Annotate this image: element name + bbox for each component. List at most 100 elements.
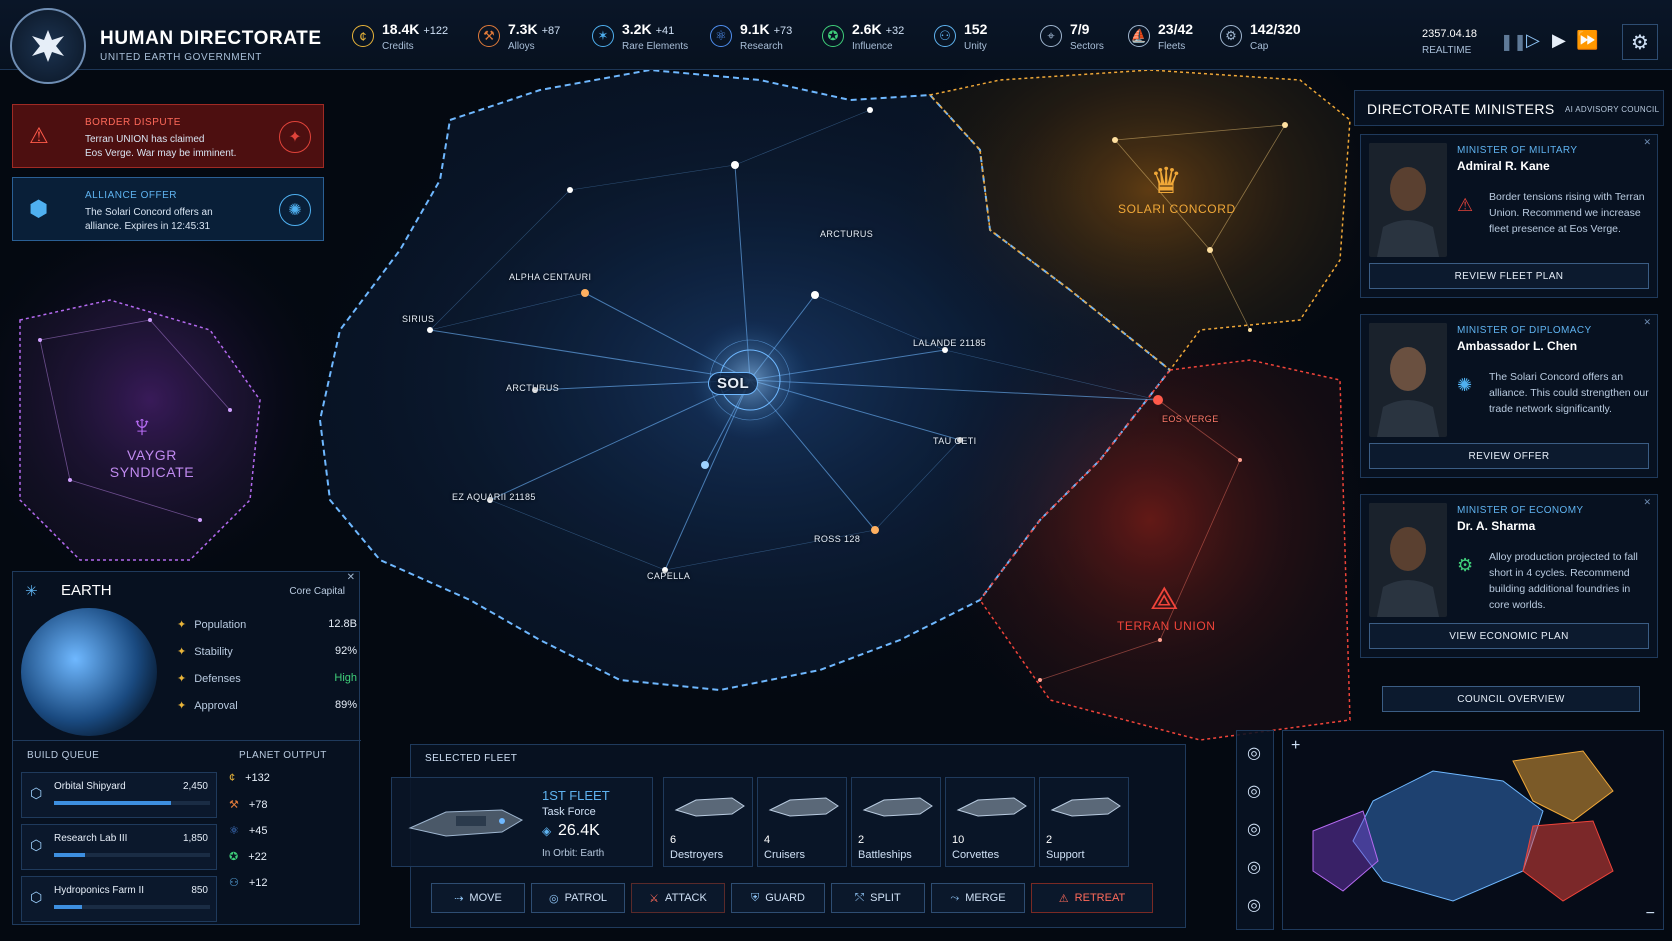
population-icon: ✦ <box>177 619 187 631</box>
resource-influence[interactable]: ✪ 2.6K +32 Influence <box>822 14 904 58</box>
rare-elements-icon: ✶ <box>592 25 614 47</box>
ship-type: Battleships <box>858 849 912 861</box>
system-label[interactable]: ARCTURUS <box>820 229 873 239</box>
planet-earth-image[interactable] <box>21 608 157 736</box>
resource-alloys[interactable]: ⚒ 7.3K +87 Alloys <box>478 14 560 58</box>
resource-rare-elements[interactable]: ✶ 3.2K +41 Rare Elements <box>592 14 688 58</box>
ship-type: Support <box>1046 849 1085 861</box>
ship-type: Destroyers <box>670 849 724 861</box>
minimap[interactable]: + − <box>1282 730 1664 930</box>
terran-union-emblem-icon: ✦ <box>279 121 311 153</box>
system-label-eos-verge[interactable]: EOS VERGE <box>1162 414 1219 424</box>
faction-label-vaygr[interactable]: VAYGR SYNDICATE <box>107 447 197 481</box>
resource-cap[interactable]: ⚙ 142/320 Cap <box>1220 14 1301 58</box>
output-value: +78 <box>248 799 268 811</box>
ship-card-battleships[interactable]: 2 Battleships <box>851 777 941 867</box>
resource-value: 7/9 <box>1070 20 1090 37</box>
resource-label: Credits <box>382 40 414 52</box>
fleet-action-attack-button[interactable]: ⚔ ATTACK <box>631 883 725 913</box>
build-queue-item[interactable]: ⬡ Research Lab III 1,850 <box>21 824 217 870</box>
resource-value: 7.3K <box>508 20 538 37</box>
system-label[interactable]: LALANDE 21185 <box>913 338 986 348</box>
minister-action-button[interactable]: REVIEW OFFER <box>1369 443 1649 469</box>
minister-advice: Alloy production projected to fall short… <box>1489 551 1638 611</box>
play-slow-button[interactable]: ▷ <box>1526 30 1540 51</box>
minister-action-button[interactable]: REVIEW FLEET PLAN <box>1369 263 1649 289</box>
faction-emblem-icon[interactable] <box>10 8 86 84</box>
output-value: +22 <box>248 851 267 863</box>
fleet-power-icon: ◈ <box>542 824 552 838</box>
ship-type: Cruisers <box>764 849 805 861</box>
planet-output-row: ✪ +22 <box>229 850 267 863</box>
resource-sectors[interactable]: ⌖ 7/9 Sectors <box>1040 14 1104 58</box>
system-label[interactable]: ALPHA CENTAURI <box>509 272 591 282</box>
resource-credits[interactable]: ¢ 18.4K +122 Credits <box>352 14 448 58</box>
system-label[interactable]: TAU CETI <box>933 436 977 446</box>
fleet-action-split-button[interactable]: ⤲ SPLIT <box>831 883 925 913</box>
minister-portrait[interactable] <box>1369 143 1447 257</box>
resource-research[interactable]: ⚛ 9.1K +73 Research <box>710 14 792 58</box>
fast-forward-button[interactable]: ⏩ <box>1576 30 1598 51</box>
map-mode-icon[interactable]: ◎ <box>1247 895 1261 915</box>
zoom-in-icon[interactable]: + <box>1291 737 1300 755</box>
minister-portrait[interactable] <box>1369 323 1447 437</box>
council-overview-button[interactable]: COUNCIL OVERVIEW <box>1382 686 1640 712</box>
fleet-location: In Orbit: Earth <box>542 848 605 859</box>
patrol-icon: ◎ <box>549 892 559 905</box>
ship-card-destroyers[interactable]: 6 Destroyers <box>663 777 753 867</box>
resource-label: Alloys <box>508 40 535 52</box>
ship-card-support[interactable]: 2 Support <box>1039 777 1129 867</box>
close-icon[interactable]: ✕ <box>347 572 355 583</box>
settings-gear-icon[interactable]: ⚙ <box>1622 24 1658 60</box>
zoom-out-icon[interactable]: − <box>1646 905 1655 923</box>
close-icon[interactable]: ✕ <box>1643 137 1651 148</box>
map-mode-icon[interactable]: ◎ <box>1247 781 1261 801</box>
fleet-action-patrol-button[interactable]: ◎ PATROL <box>531 883 625 913</box>
close-icon[interactable]: ✕ <box>1643 317 1651 328</box>
alert-border-dispute[interactable]: ⚠ BORDER DISPUTE Terran UNION has claime… <box>12 104 324 168</box>
system-label[interactable]: CAPELLA <box>647 571 690 581</box>
fleet-action-guard-button[interactable]: ⛨ GUARD <box>731 883 825 913</box>
planet-output-row: ⚒ +78 <box>229 798 268 811</box>
influence-icon: ✪ <box>229 851 239 863</box>
map-mode-icon[interactable]: ◎ <box>1247 743 1261 763</box>
alert-alliance-offer[interactable]: ⬢ ALLIANCE OFFER The Solari Concord offe… <box>12 177 324 241</box>
system-label[interactable]: ARCTURUS <box>506 383 559 393</box>
build-progress-fill <box>54 905 83 909</box>
approval-icon: ✦ <box>177 700 187 712</box>
fleet-summary-card[interactable]: 1ST FLEET Task Force ◈ 26.4K In Orbit: E… <box>391 777 653 867</box>
close-icon[interactable]: ✕ <box>1643 497 1651 508</box>
minister-role: MINISTER OF ECONOMY <box>1457 505 1584 516</box>
fleet-action-label: GUARD <box>765 892 805 904</box>
alert-line: Eos Verge. War may be imminent. <box>85 148 237 159</box>
map-mode-icon[interactable]: ◎ <box>1247 819 1261 839</box>
fleet-action-merge-button[interactable]: ⤳ MERGE <box>931 883 1025 913</box>
minister-action-button[interactable]: VIEW ECONOMIC PLAN <box>1369 623 1649 649</box>
map-mode-icon[interactable]: ◎ <box>1247 857 1261 877</box>
planet-stat-row: ✦ Approval 89% <box>177 699 357 712</box>
build-queue-item[interactable]: ⬡ Hydroponics Farm II 850 <box>21 876 217 922</box>
resource-label: Sectors <box>1070 40 1104 52</box>
resource-fleets[interactable]: ⛵ 23/42 Fleets <box>1128 14 1193 58</box>
planet-type: Core Capital <box>289 586 345 597</box>
ship-card-corvettes[interactable]: 10 Corvettes <box>945 777 1035 867</box>
pause-button[interactable]: ❚❚ <box>1500 32 1527 52</box>
resource-label: Fleets <box>1158 40 1186 52</box>
fleet-action-move-button[interactable]: ⇢ MOVE <box>431 883 525 913</box>
play-button[interactable]: ▶ <box>1552 30 1566 51</box>
system-label-sol[interactable]: SOL <box>707 372 759 395</box>
minister-portrait[interactable] <box>1369 503 1447 617</box>
system-label[interactable]: ROSS 128 <box>814 534 860 544</box>
fleet-action-retreat-button[interactable]: ⚠ RETREAT <box>1031 883 1153 913</box>
system-label[interactable]: EZ AQUARII 21185 <box>452 492 536 502</box>
build-queue-item[interactable]: ⬡ Orbital Shipyard 2,450 <box>21 772 217 818</box>
minister-name: Dr. A. Sharma <box>1457 519 1536 533</box>
ship-card-cruisers[interactable]: 4 Cruisers <box>757 777 847 867</box>
faction-label-solari[interactable]: SOLARI CONCORD <box>1118 202 1236 216</box>
system-label[interactable]: SIRIUS <box>402 314 434 324</box>
planet-name: EARTH <box>61 582 112 599</box>
resource-value-line: 142/320 <box>1250 21 1301 39</box>
resource-unity[interactable]: ⚇ 152 Unity <box>934 14 987 58</box>
faction-label-terran[interactable]: TERRAN UNION <box>1117 619 1216 633</box>
time-mode: REALTIME <box>1422 45 1472 56</box>
